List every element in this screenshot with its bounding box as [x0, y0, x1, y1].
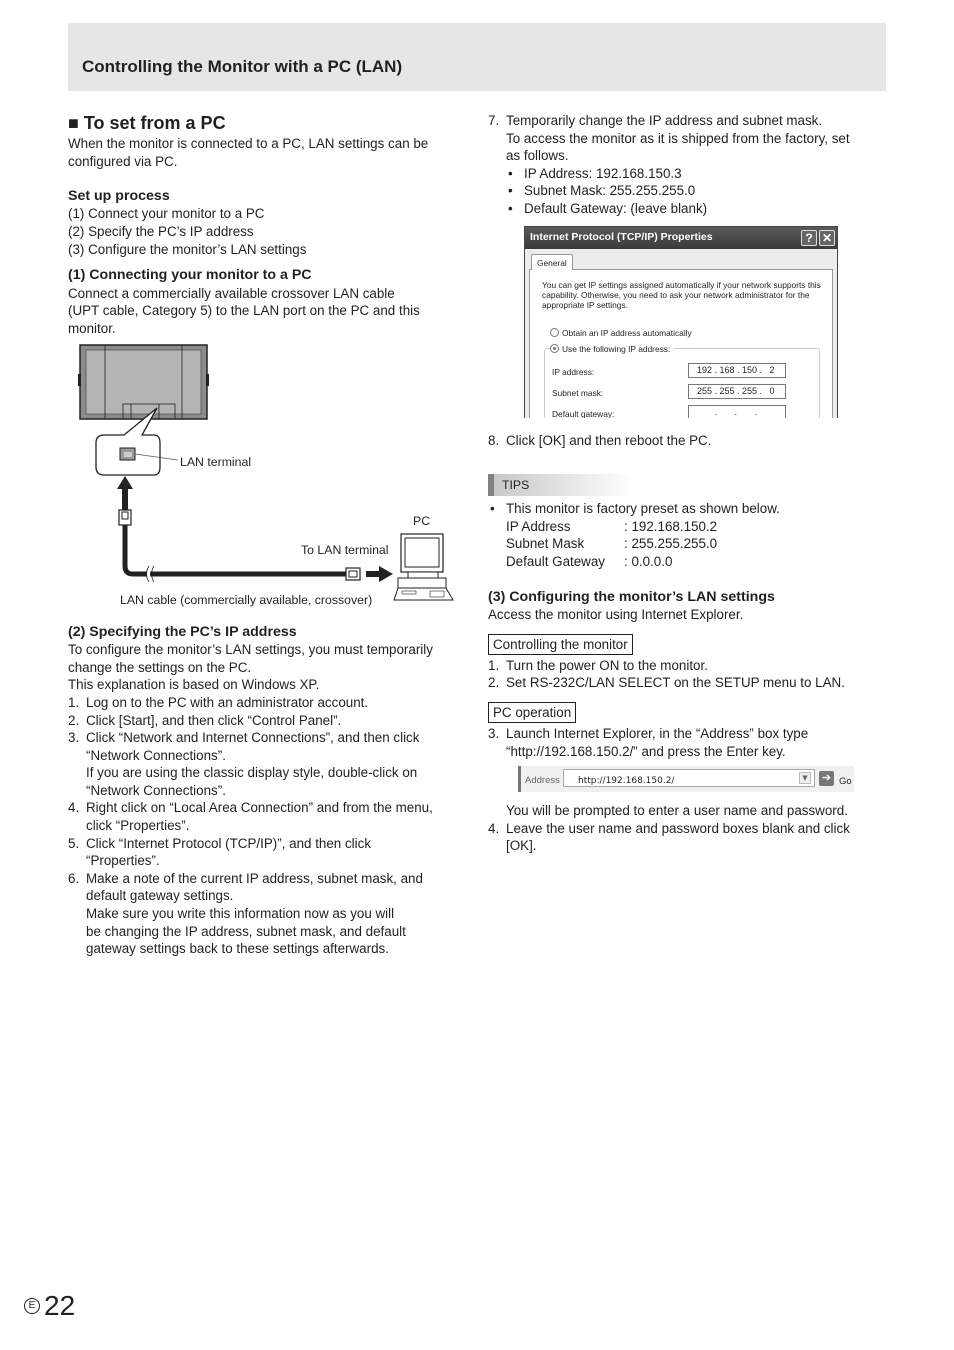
default-gateway-field[interactable]: . . . — [688, 404, 786, 418]
controlling-monitor-label: Controlling the monitor — [488, 633, 633, 655]
setup-item: (1) Connect your monitor to a PC — [68, 206, 265, 222]
step-item: 8. Click [OK] and then reboot the PC. — [488, 432, 712, 448]
radio-use-following[interactable]: Use the following IP address: — [550, 343, 675, 354]
connect-line: (UPT cable, Category 5) to the LAN port … — [68, 303, 420, 319]
step-item: 4. Leave the user name and password boxe… — [488, 820, 850, 854]
ip-address-field[interactable]: 192 . 168 . 150 . 2 — [688, 362, 786, 378]
radio-selected-icon — [550, 344, 559, 354]
section-header-band: Controlling the Monitor with a PC (LAN) — [68, 23, 886, 91]
section-header-title: Controlling the Monitor with a PC (LAN) — [82, 57, 403, 76]
step-item: 3. Launch Internet Explorer, in the “Add… — [488, 725, 809, 759]
lan-port-icon — [119, 447, 136, 461]
configure-title: (3) Configuring the monitor’s LAN settin… — [488, 588, 775, 605]
step-item: 5. Click “Internet Protocol (TCP/IP)”, a… — [68, 835, 372, 869]
step-item: 3. Click “Network and Internet Connectio… — [68, 730, 420, 798]
help-icon[interactable]: ? — [801, 229, 817, 246]
page-number-value: 22 — [44, 1290, 76, 1321]
bullet-item: • IP Address: 192.168.150.3 — [508, 165, 682, 181]
bullet-item: • This monitor is factory preset as shown… — [490, 501, 780, 517]
lan-plug-pc-icon — [345, 566, 361, 581]
address-input[interactable]: http://192.168.150.2/ ▼ — [563, 769, 815, 788]
step-item: 6. Make a note of the current IP address… — [68, 870, 423, 957]
monitor-rear-icon — [78, 343, 209, 420]
connect-line: Connect a commercially available crossov… — [68, 285, 395, 301]
step-item: 7. Temporarily change the IP address and… — [488, 113, 850, 164]
intro-line: When the monitor is connected to a PC, L… — [68, 136, 429, 151]
dialog-titlebar: Internet Protocol (TCP/IP) Properties ? … — [525, 226, 837, 249]
prompt-text: You will be prompted to enter a user nam… — [506, 803, 848, 819]
go-button[interactable]: Go — [839, 773, 852, 791]
tcpip-properties-dialog: Internet Protocol (TCP/IP) Properties ? … — [524, 225, 838, 418]
right-column: 7. Temporarily change the IP address and… — [488, 112, 888, 855]
specify-line: This explanation is based on Windows XP. — [68, 677, 320, 693]
step-item: 2. Click [Start], and then click “Contro… — [68, 712, 342, 728]
lan-plug-icon — [118, 508, 132, 526]
lan-cable-label: LAN cable (commercially available, cross… — [120, 592, 373, 607]
connect-line: monitor. — [68, 320, 116, 336]
connection-diagram: LAN terminal PC To LAN terminal LAN cabl… — [68, 343, 468, 624]
ie-address-bar: Address http://192.168.150.2/ ▼ ➔ Go — [518, 766, 854, 793]
intro-line: configured via PC. — [68, 153, 178, 169]
connect-title: (1) Connecting your monitor to a PC — [68, 267, 312, 284]
step-item: 4. Right click on “Local Area Connection… — [68, 800, 433, 834]
preset-row: Subnet Mask: 255.255.255.0 — [506, 536, 718, 552]
preset-row: IP Address: 192.168.150.2 — [506, 518, 718, 534]
preset-row: Default Gateway: 0.0.0.0 — [506, 553, 673, 569]
arrow-up-icon — [117, 475, 133, 510]
subnet-mask-field[interactable]: 255 . 255 . 255 . 0 — [688, 383, 786, 399]
bullet-item: • Subnet Mask: 255.255.255.0 — [508, 183, 696, 199]
ip-address-label: IP address: — [552, 366, 595, 377]
language-badge: E — [24, 1298, 40, 1314]
factory-settings-list: • IP Address: 192.168.150.3 • Subnet Mask:… — [488, 165, 888, 218]
step-item: 1. Turn the power ON to the monitor. — [488, 657, 708, 673]
pc-operation-label: PC operation — [488, 701, 577, 723]
dialog-panel: You can get IP settings assigned automat… — [529, 268, 833, 418]
setup-title: Set up process — [68, 187, 170, 204]
radio-obtain-automatically[interactable]: Obtain an IP address automatically — [550, 328, 692, 338]
lan-terminal-label: LAN terminal — [180, 454, 252, 469]
dialog-title: Internet Protocol (TCP/IP) Properties — [530, 230, 713, 243]
subnet-mask-label: Subnet mask: — [552, 387, 604, 398]
step-item: 1. Log on to the PC with an administrato… — [68, 694, 369, 710]
bullet-item: • Default Gateway: (leave blank) — [508, 200, 708, 216]
section-title: ■ To set from a PC — [68, 113, 226, 133]
close-icon[interactable]: ✕ — [819, 229, 835, 246]
left-column: ■ To set from a PC When the monitor is c… — [68, 112, 468, 958]
address-label: Address — [525, 775, 560, 787]
to-lan-terminal-label: To LAN terminal — [301, 542, 389, 557]
specify-line: change the settings on the PC. — [68, 659, 252, 675]
go-arrow-icon[interactable]: ➔ — [819, 771, 834, 787]
specify-title: (2) Specifying the PC’s IP address — [68, 623, 297, 640]
tips-label: TIPS — [488, 474, 633, 497]
arrow-right-icon — [366, 565, 393, 582]
step-item: 2. Set RS-232C/LAN SELECT on the SETUP m… — [488, 675, 845, 691]
pc-icon — [393, 532, 454, 601]
pc-label: PC — [413, 513, 431, 528]
specify-line: To configure the monitor’s LAN settings,… — [68, 642, 433, 658]
radio-icon — [550, 328, 559, 338]
default-gateway-label: Default gateway: — [552, 408, 615, 418]
tab-general[interactable]: General — [531, 253, 573, 270]
setup-item: (3) Configure the monitor’s LAN settings — [68, 241, 307, 257]
page-number: E 22 — [24, 1290, 75, 1322]
setup-item: (2) Specify the PC’s IP address — [68, 223, 254, 239]
chevron-down-icon[interactable]: ▼ — [799, 772, 811, 785]
dialog-intro: You can get IP settings assigned automat… — [542, 279, 821, 310]
specify-steps: 1. Log on to the PC with an administrato… — [68, 694, 468, 958]
configure-intro: Access the monitor using Internet Explor… — [488, 607, 744, 623]
